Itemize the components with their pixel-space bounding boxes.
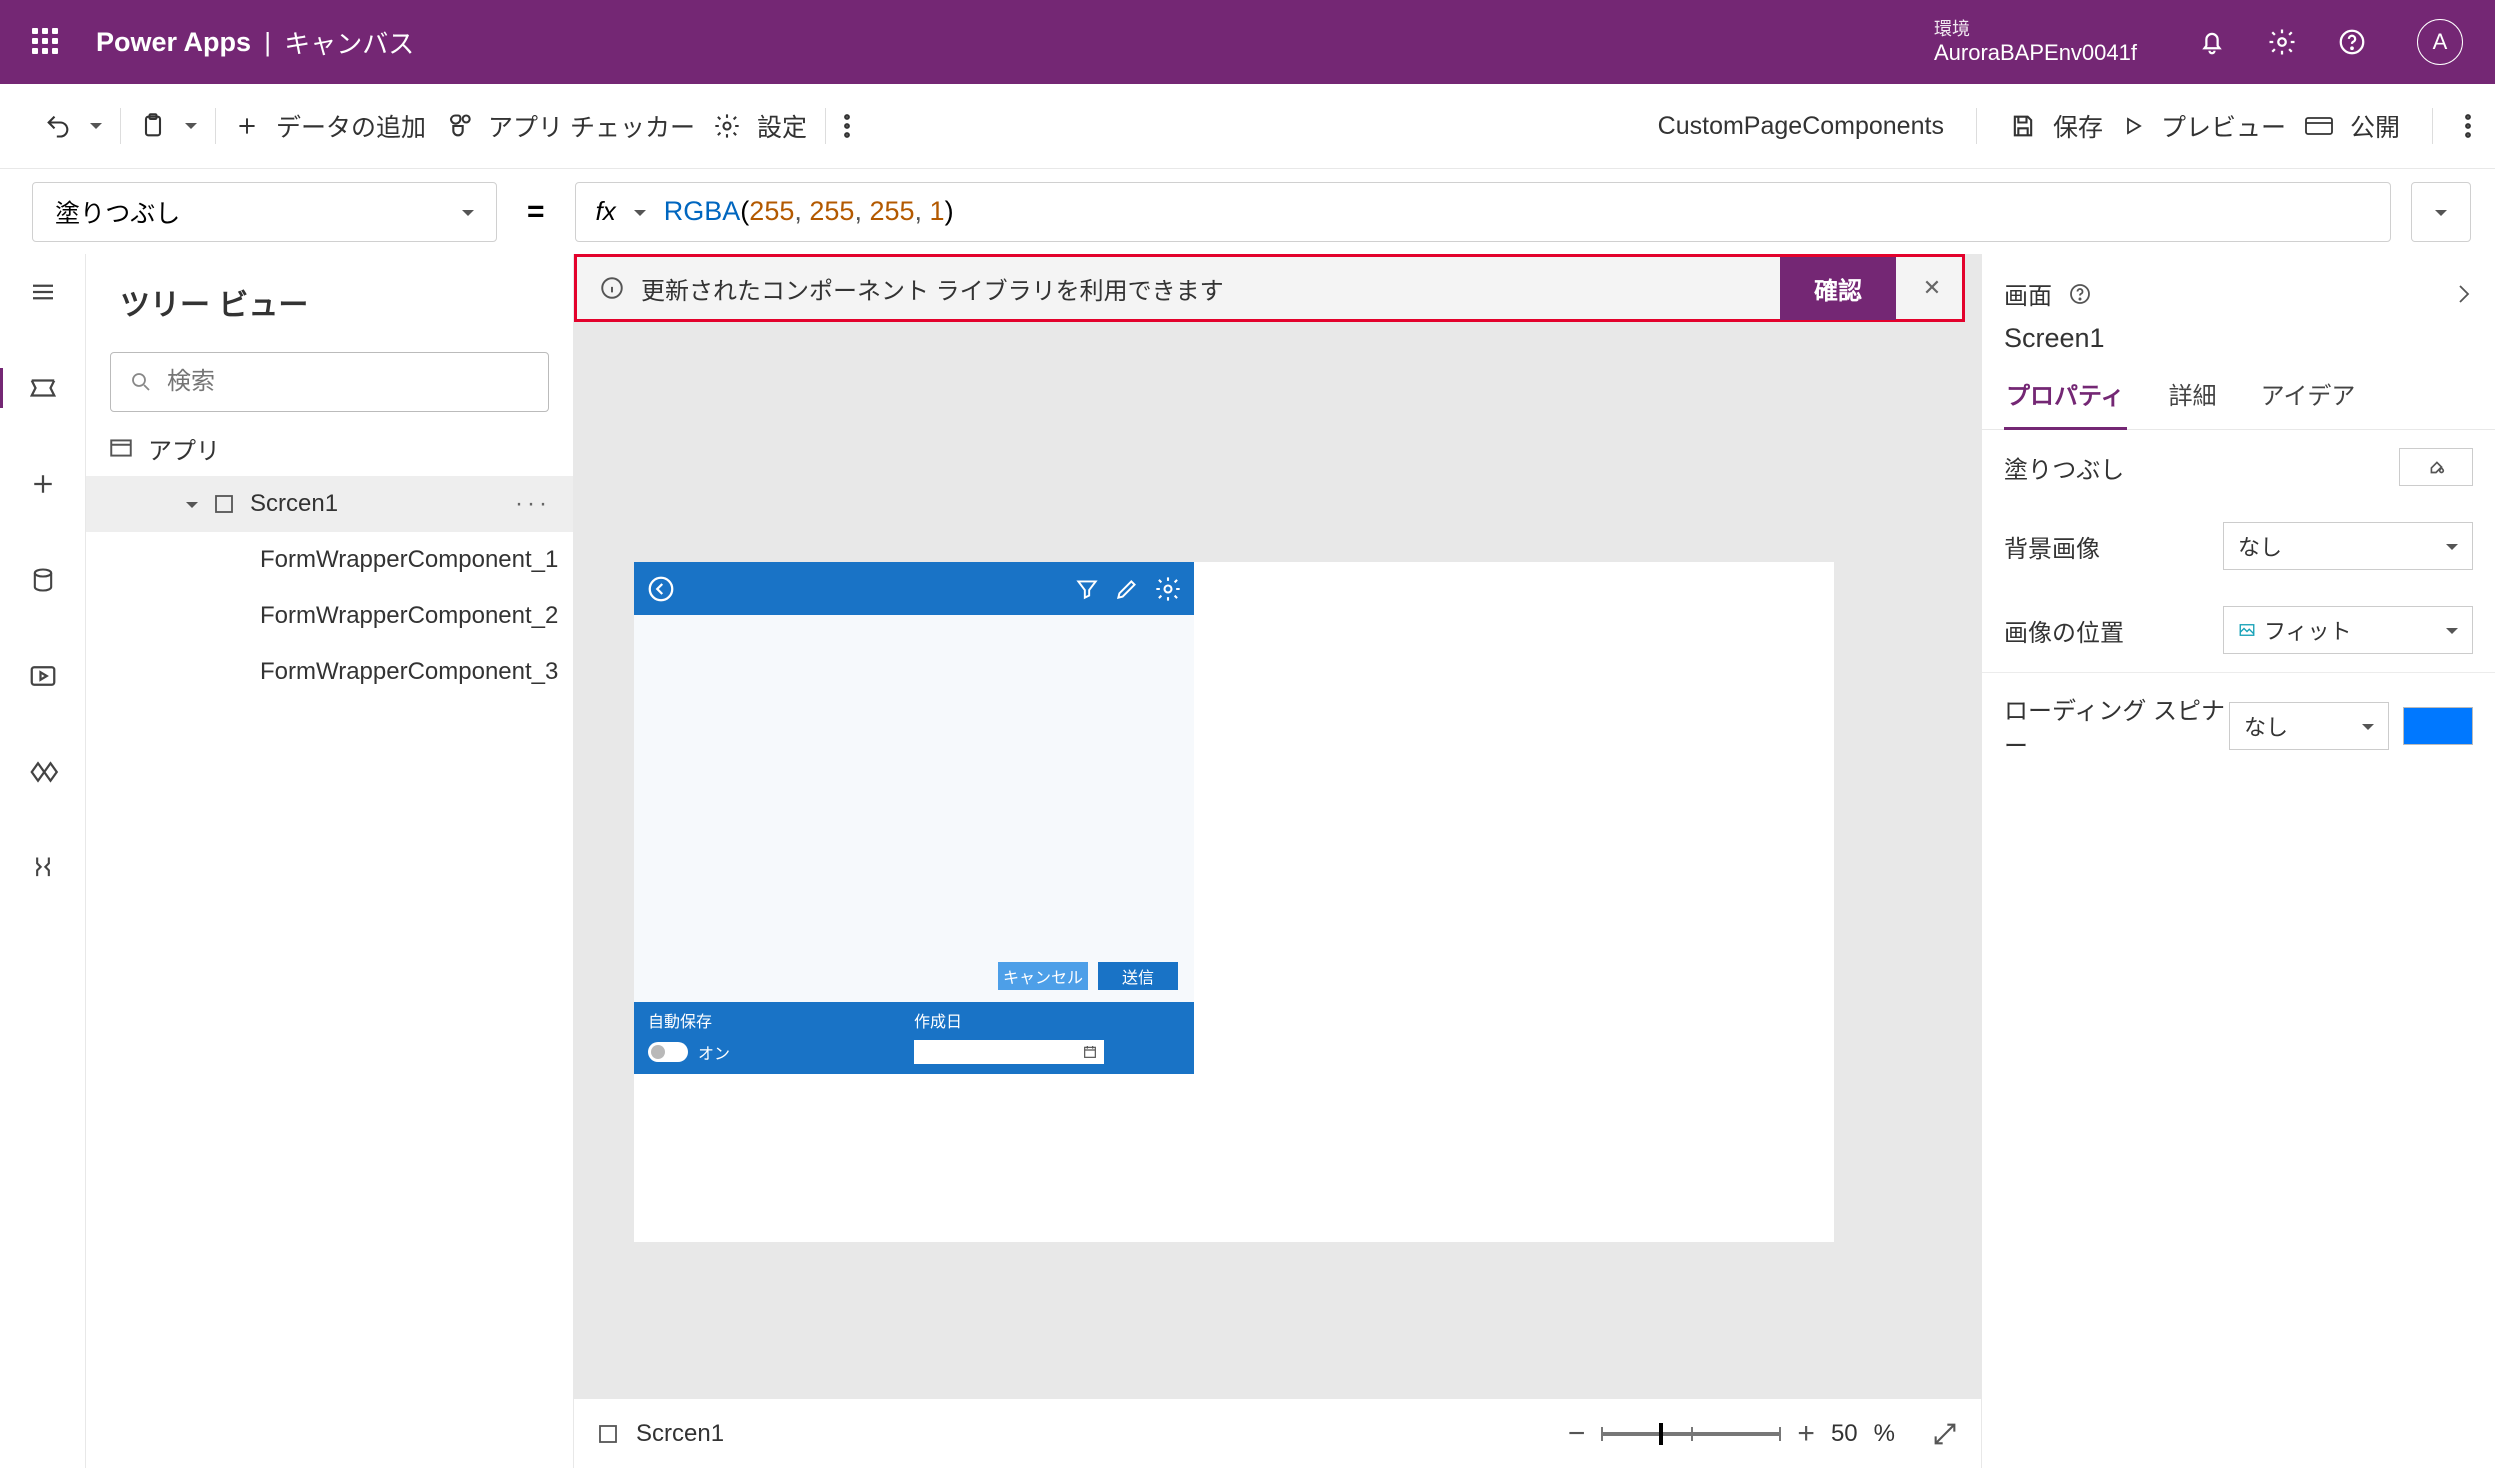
bg-image-select[interactable]: なし <box>2223 522 2473 570</box>
fill-color-button[interactable] <box>2399 448 2473 486</box>
app-subtitle: キャンバス <box>284 24 414 61</box>
gear-icon[interactable] <box>2267 27 2297 57</box>
more-cmd-right-icon[interactable] <box>2465 113 2471 139</box>
undo-button[interactable] <box>44 112 72 140</box>
rail-data[interactable] <box>23 560 63 600</box>
more-icon[interactable]: ··· <box>515 490 551 518</box>
tab-ideas[interactable]: アイデア <box>2259 368 2358 429</box>
publish-button[interactable]: 公開 <box>2304 108 2400 144</box>
zoom-slider[interactable] <box>1601 1432 1781 1436</box>
zoom-value: 50 <box>1831 1420 1858 1448</box>
tab-details[interactable]: 詳細 <box>2167 368 2219 429</box>
filter-icon[interactable] <box>1074 576 1100 602</box>
send-button[interactable]: 送信 <box>1098 962 1178 990</box>
app-title: Power Apps <box>96 27 251 58</box>
props-object-name: Screen1 <box>1982 323 2495 368</box>
screen-icon <box>596 1422 620 1446</box>
prop-fill-label: 塗りつぶし <box>2004 450 2399 485</box>
more-cmd-icon[interactable] <box>844 113 850 139</box>
rail-insert[interactable] <box>23 464 63 504</box>
created-date-input[interactable] <box>914 1040 1104 1064</box>
help-icon[interactable] <box>2337 27 2367 57</box>
preview-button[interactable]: プレビュー <box>2121 108 2286 144</box>
chevron-right-icon[interactable] <box>2455 280 2473 308</box>
tree-item-screen[interactable]: Scrcen1 ··· <box>86 476 573 532</box>
prop-bgimg-label: 背景画像 <box>2004 529 2223 564</box>
edit-icon[interactable] <box>1114 576 1140 602</box>
autosave-label: 自動保存 <box>648 1008 914 1032</box>
prop-imgpos-label: 画像の位置 <box>2004 613 2223 648</box>
app-checker-button[interactable]: アプリ チェッカー <box>444 108 695 144</box>
avatar[interactable]: A <box>2417 19 2463 65</box>
add-data-button[interactable]: データの追加 <box>234 108 426 144</box>
formula-bar[interactable]: fx RGBA(255, 255, 255, 1) <box>575 182 2391 242</box>
img-pos-select[interactable]: フィット <box>2223 606 2473 654</box>
cancel-button[interactable]: キャンセル <box>998 962 1088 990</box>
close-icon[interactable] <box>521 289 547 315</box>
notification-bar: 更新されたコンポーネント ライブラリを利用できます 確認 ✕ <box>574 254 1965 322</box>
rail-hamburger[interactable] <box>23 272 63 312</box>
tree-search-input[interactable] <box>167 368 530 396</box>
notif-confirm-button[interactable]: 確認 <box>1780 257 1896 320</box>
rail-flows[interactable] <box>23 752 63 792</box>
back-icon[interactable] <box>646 574 676 604</box>
canvas-screen[interactable]: キャンセル 送信 自動保存 オン 作成日 <box>634 562 1834 1242</box>
paste-menu[interactable] <box>185 120 197 132</box>
waffle-icon[interactable] <box>32 28 60 56</box>
zoom-in-button[interactable]: + <box>1797 1417 1815 1451</box>
info-icon <box>599 275 625 301</box>
rail-tools[interactable] <box>23 848 63 888</box>
tree-item-comp1[interactable]: FormWrapperComponent_1 <box>86 532 573 588</box>
chevron-down-icon[interactable] <box>634 198 646 226</box>
spinner-color-swatch[interactable] <box>2403 707 2473 745</box>
bell-icon[interactable] <box>2197 27 2227 57</box>
undo-menu[interactable] <box>90 120 102 132</box>
gear-icon[interactable] <box>1154 575 1182 603</box>
environment-picker[interactable]: 環境 AuroraBAPEnv0041f <box>1934 19 2137 65</box>
prop-spinner-label: ローディング スピナー <box>2004 691 2229 761</box>
rail-treeview[interactable] <box>23 368 63 408</box>
tree-item-comp3[interactable]: FormWrapperComponent_3 <box>86 644 573 700</box>
formula-text[interactable]: RGBA(255, 255, 255, 1) <box>664 196 954 227</box>
settings-button[interactable]: 設定 <box>713 108 807 144</box>
tree-item-app[interactable]: アプリ <box>86 420 573 476</box>
paste-button[interactable] <box>139 112 167 140</box>
status-screen-name: Scrcen1 <box>636 1420 724 1448</box>
created-label: 作成日 <box>914 1008 1180 1032</box>
tree-search[interactable] <box>110 352 549 412</box>
chevron-down-icon <box>462 197 474 226</box>
app-file-name: CustomPageComponents <box>1658 112 1944 141</box>
spinner-select[interactable]: なし <box>2229 702 2389 750</box>
close-icon[interactable]: ✕ <box>1912 275 1952 301</box>
autosave-toggle[interactable] <box>648 1042 688 1062</box>
zoom-out-button[interactable]: − <box>1568 1417 1586 1451</box>
save-button[interactable]: 保存 <box>2009 108 2103 144</box>
tab-properties[interactable]: プロパティ <box>2004 368 2127 430</box>
chevron-down-icon[interactable] <box>186 490 198 518</box>
fit-icon[interactable] <box>1931 1420 1959 1448</box>
rail-media[interactable] <box>23 656 63 696</box>
formula-expand-button[interactable] <box>2411 182 2471 242</box>
help-icon[interactable] <box>2068 282 2092 306</box>
environment-icon[interactable] <box>1886 27 1916 57</box>
props-kind: 画面 <box>2004 276 2052 311</box>
property-select[interactable]: 塗りつぶし <box>32 182 497 242</box>
tree-item-comp2[interactable]: FormWrapperComponent_2 <box>86 588 573 644</box>
tree-title: ツリー ビュー <box>120 280 308 324</box>
